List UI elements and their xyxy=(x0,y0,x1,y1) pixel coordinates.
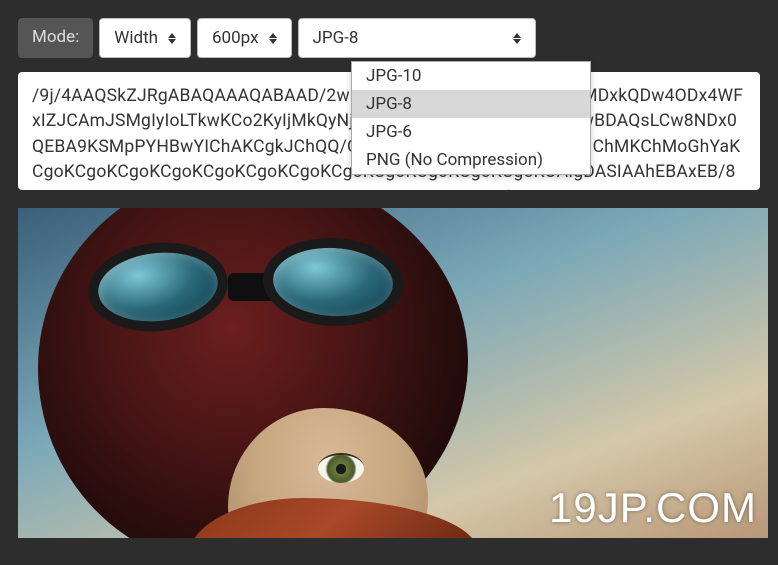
format-option-jpg6[interactable]: JPG-6 xyxy=(352,118,590,146)
image-content xyxy=(88,238,428,333)
dimension-select[interactable]: Width xyxy=(99,18,191,58)
format-option-png[interactable]: PNG (No Compression) xyxy=(352,146,590,174)
mode-label: Mode: xyxy=(18,18,93,58)
toolbar: Mode: Width 600px JPG-8 JPG-10 JPG-8 JPG… xyxy=(18,18,760,58)
watermark: 19JP.COM xyxy=(549,484,757,532)
updown-caret-icon xyxy=(513,31,523,45)
format-option-jpg10[interactable]: JPG-10 xyxy=(352,62,590,90)
format-dropdown-list: JPG-10 JPG-8 JPG-6 PNG (No Compression) xyxy=(351,61,591,175)
size-select[interactable]: 600px xyxy=(197,18,292,58)
format-option-jpg8[interactable]: JPG-8 xyxy=(352,90,590,118)
preview-image: 19JP.COM xyxy=(18,208,768,538)
updown-caret-icon xyxy=(269,31,279,45)
size-select-value: 600px xyxy=(212,28,259,48)
format-select-value: JPG-8 xyxy=(313,28,359,48)
dimension-select-value: Width xyxy=(114,28,158,48)
updown-caret-icon xyxy=(168,31,178,45)
format-select[interactable]: JPG-8 xyxy=(298,18,536,58)
image-content xyxy=(318,453,364,483)
